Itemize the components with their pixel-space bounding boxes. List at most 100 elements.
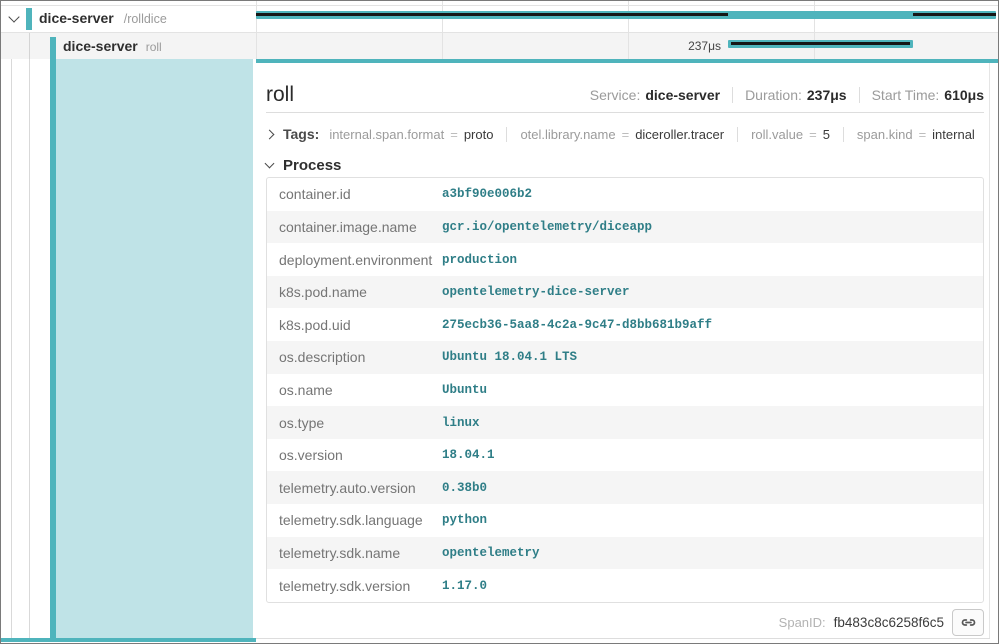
stat-value: 610μs: [944, 87, 984, 103]
span-row-parent[interactable]: dice-server/rolldice: [39, 5, 167, 32]
selected-row-bottom-border: [1, 638, 256, 642]
process-key: k8s.pod.name: [267, 284, 442, 300]
stat-duration: Duration: 237μs: [732, 87, 847, 103]
chevron-down-icon: [265, 159, 275, 169]
process-key: os.version: [267, 447, 442, 463]
link-icon: [960, 614, 977, 631]
process-table-row: container.image.name gcr.io/opentelemetr…: [267, 211, 983, 244]
process-table-row: os.version 18.04.1: [267, 439, 983, 472]
process-table-row: telemetry.sdk.name opentelemetry: [267, 537, 983, 570]
span-row-child[interactable]: dice-server roll: [63, 33, 162, 59]
process-value: a3bf90e006b2: [442, 187, 532, 201]
process-table-row: deployment.environment production: [267, 243, 983, 276]
tag-item: span.kind = internal: [843, 127, 975, 142]
span-operation-name: roll: [146, 40, 162, 54]
tag-equals: =: [809, 127, 817, 142]
tag-item: internal.span.format = proto: [329, 127, 493, 142]
process-key: container.image.name: [267, 219, 442, 235]
span-duration-label: 237μs: [641, 33, 721, 59]
stat-value: 237μs: [807, 87, 847, 103]
tag-key: roll.value: [751, 127, 803, 142]
span-detail-stats: Service: dice-server Duration: 237μs Sta…: [590, 87, 984, 103]
process-key: k8s.pod.uid: [267, 317, 442, 333]
spanid-value: fb483c8c6258f6c5: [834, 615, 944, 630]
service-color-bar: [50, 37, 56, 59]
process-table-row: os.name Ubuntu: [267, 374, 983, 407]
stat-service: Service: dice-server: [590, 87, 720, 103]
process-key: os.type: [267, 415, 442, 431]
timeline-gridline: [628, 1, 629, 59]
process-value: 1.17.0: [442, 579, 487, 593]
panel-bottom-border: [256, 638, 990, 639]
process-value: Ubuntu: [442, 383, 487, 397]
stat-start-time: Start Time: 610μs: [859, 87, 984, 103]
tree-indent-guide: [29, 33, 30, 59]
self-time-segment: [256, 13, 728, 16]
process-value: opentelemetry-dice-server: [442, 285, 630, 299]
deep-link-button[interactable]: [952, 609, 984, 636]
tag-value: 5: [823, 127, 830, 142]
jaeger-trace-timeline-view: dice-server/rolldice dice-server roll 237…: [0, 0, 999, 644]
span-detail-footer: SpanID: fb483c8c6258f6c5: [779, 607, 984, 637]
tree-indent-guide: [29, 59, 30, 638]
tags-section-label: Tags:: [283, 126, 319, 142]
process-key: telemetry.sdk.language: [267, 512, 442, 528]
tag-list: internal.span.format = proto otel.librar…: [329, 127, 975, 142]
tree-indent-guide: [11, 59, 12, 638]
span-operation-name: /rolldice: [124, 12, 167, 26]
timeline-gridline: [442, 1, 443, 59]
process-table-row: telemetry.auto.version 0.38b0: [267, 471, 983, 504]
header-divider: [266, 112, 984, 113]
span-detail-panel: roll Service: dice-server Duration: 237μ…: [256, 59, 998, 643]
process-value: linux: [442, 416, 480, 430]
spanid-label: SpanID:: [779, 615, 826, 630]
tag-equals: =: [450, 127, 458, 142]
process-key: container.id: [267, 186, 442, 202]
self-time-segment: [913, 13, 996, 16]
process-value: 18.04.1: [442, 448, 495, 462]
tag-key: internal.span.format: [329, 127, 444, 142]
service-color-bar: [26, 8, 32, 30]
panel-right-border: [989, 63, 990, 638]
tag-key: span.kind: [857, 127, 913, 142]
process-table-row: telemetry.sdk.version 1.17.0: [267, 569, 983, 602]
process-table-row: k8s.pod.name opentelemetry-dice-server: [267, 276, 983, 309]
chevron-right-icon: [265, 129, 275, 139]
tags-accordion-header[interactable]: Tags: internal.span.format = proto otel.…: [266, 120, 984, 148]
stat-label: Start Time:: [872, 87, 940, 103]
process-key: telemetry.sdk.name: [267, 545, 442, 561]
stat-label: Service:: [590, 87, 641, 103]
process-key: os.description: [267, 349, 442, 365]
tag-item: roll.value = 5: [737, 127, 830, 142]
tag-equals: =: [919, 127, 927, 142]
process-value: Ubuntu 18.04.1 LTS: [442, 350, 577, 364]
process-table-row: container.id a3bf90e006b2: [267, 178, 983, 211]
selected-span-highlight: [56, 59, 253, 638]
span-service-name: dice-server: [63, 38, 138, 54]
process-section-label: Process: [283, 157, 341, 174]
span-detail-header: roll Service: dice-server Duration: 237μ…: [266, 79, 984, 111]
timeline-gridline: [256, 1, 257, 59]
process-value: 275ecb36-5aa8-4c2a-9c47-d8bb681b9aff: [442, 318, 712, 332]
process-value: opentelemetry: [442, 546, 540, 560]
process-value: production: [442, 253, 517, 267]
process-accordion-header[interactable]: Process: [266, 154, 341, 176]
tag-value: diceroller.tracer: [635, 127, 724, 142]
tag-equals: =: [622, 127, 630, 142]
process-table-row: k8s.pod.uid 275ecb36-5aa8-4c2a-9c47-d8bb…: [267, 308, 983, 341]
stat-value: dice-server: [645, 87, 720, 103]
span-detail-title: roll: [266, 83, 294, 107]
tag-key: otel.library.name: [520, 127, 615, 142]
process-key: deployment.environment: [267, 252, 442, 268]
process-table-row: telemetry.sdk.language python: [267, 504, 983, 537]
process-table-row: os.type linux: [267, 406, 983, 439]
self-time-segment: [731, 42, 910, 45]
parent-span-duration-bar[interactable]: [256, 11, 996, 19]
child-span-duration-bar[interactable]: [728, 40, 913, 48]
chevron-down-icon[interactable]: [8, 11, 19, 22]
process-table: container.id a3bf90e006b2 container.imag…: [266, 177, 984, 603]
process-key: telemetry.sdk.version: [267, 578, 442, 594]
stat-label: Duration:: [745, 87, 802, 103]
process-value: 0.38b0: [442, 481, 487, 495]
process-key: telemetry.auto.version: [267, 480, 442, 496]
